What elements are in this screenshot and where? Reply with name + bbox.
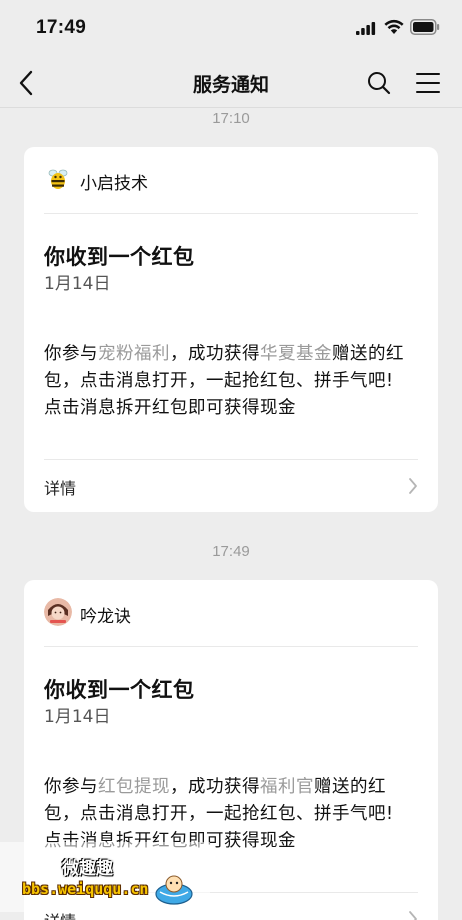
watermark-mascot-icon [155,875,193,905]
message-timestamp: 17:49 [212,543,250,560]
search-icon[interactable] [367,71,391,95]
watermark: 微趣趣 bbs.weiququ.cn [0,842,210,912]
chevron-right-icon [409,478,417,494]
message-timestamp: 17:10 [212,110,250,127]
highlight-text: 华夏基金 [260,344,332,364]
card-header[interactable]: 吟龙诀 [44,598,418,628]
menu-icon[interactable] [416,71,440,95]
battery-icon [410,19,440,35]
watermark-title: 微趣趣 [62,859,113,879]
account-name: 小启技术 [80,174,148,194]
highlight-text: 宠粉福利 [98,344,170,364]
card-header[interactable]: 小启技术 [44,165,418,195]
message-date: 1月14日 [44,707,111,727]
bee-avatar-icon [44,165,72,193]
message-body: 你参与宠粉福利，成功获得华夏基金赠送的红包，点击消息打开，一起抢红包、拼手气吧!… [44,344,404,418]
message-title: 你收到一个红包 [44,678,195,702]
cellular-signal-icon [356,22,376,35]
status-time: 17:49 [36,17,87,38]
divider [44,213,418,214]
divider [44,459,418,460]
status-bar: 17:49 [0,0,462,58]
message-date: 1月14日 [44,274,111,294]
page-title: 服务通知 [192,74,269,96]
highlight-text: 红包提现 [98,777,170,797]
highlight-text: 福利官 [260,777,314,797]
message-title: 你收到一个红包 [44,245,195,269]
details-label: 详情 [44,479,77,498]
wifi-icon [384,19,404,34]
nav-bar: 服务通知 [0,58,462,108]
chevron-right-icon [409,911,417,920]
profile-avatar-icon [44,598,72,626]
account-name: 吟龙诀 [80,607,131,627]
divider [44,646,418,647]
details-row[interactable]: 详情 [44,465,418,505]
notification-card[interactable]: 小启技术 你收到一个红包 1月14日 你参与宠粉福利，成功获得华夏基金赠送的红包… [24,147,438,512]
watermark-url: bbs.weiququ.cn [22,880,149,898]
